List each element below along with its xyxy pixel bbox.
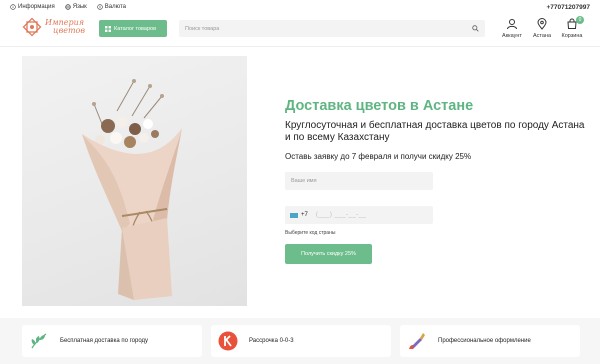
hero-subtitle: Круглосуточная и бесплатная доставка цве… — [285, 120, 585, 143]
features-strip: Бесплатная доставка по городу Рассрочка … — [0, 318, 600, 364]
country-code-hint: Выберите код страны — [285, 230, 336, 236]
brush-icon — [406, 330, 428, 352]
name-field[interactable]: Ваше имя — [285, 172, 433, 190]
phone-mask: (___) ___-__-__ — [315, 212, 367, 218]
currency-menu[interactable]: Валюта — [97, 4, 126, 10]
currency-icon — [97, 4, 103, 10]
leaf-icon — [28, 330, 50, 352]
feature-professional-design: Профессиональное оформление — [400, 325, 580, 357]
grid-icon — [105, 25, 111, 32]
location-button[interactable]: Астана — [527, 18, 557, 39]
feature-label: Рассрочка 0-0-3 — [249, 338, 294, 344]
catalog-button[interactable]: Каталог товаров — [99, 20, 167, 37]
hero-title: Доставка цветов в Астане — [285, 98, 474, 114]
cart-label: Корзина — [561, 33, 583, 39]
header: Империя цветов Каталог товаров Поиск тов… — [0, 14, 600, 46]
location-label: Астана — [532, 33, 552, 39]
language-label: Язык — [72, 4, 87, 10]
info-menu[interactable]: Информация — [10, 4, 55, 10]
currency-label: Валюта — [104, 4, 127, 10]
phone-number[interactable]: +77071207997 — [546, 4, 590, 11]
location-pin-icon — [537, 18, 547, 30]
hero-bouquet-image — [22, 56, 247, 306]
catalog-label: Каталог товаров — [114, 25, 156, 32]
user-icon — [507, 19, 517, 30]
account-button[interactable]: Аккаунт — [497, 18, 527, 39]
kazakhstan-flag-icon[interactable] — [290, 212, 298, 218]
language-menu[interactable]: Язык — [65, 4, 87, 10]
logo-line2: цветов — [53, 26, 86, 35]
get-discount-button[interactable]: Получить скидку 25% — [285, 244, 372, 264]
globe-icon — [65, 4, 71, 10]
search-icon[interactable] — [472, 25, 479, 32]
header-divider — [0, 46, 600, 47]
phone-field[interactable]: +7 (___) ___-__-__ — [285, 206, 433, 224]
phone-code: +7 — [301, 212, 308, 218]
feature-free-delivery: Бесплатная доставка по городу — [22, 325, 202, 357]
account-label: Аккаунт — [502, 33, 522, 39]
cart-button[interactable]: Корзина 0 — [557, 16, 587, 39]
info-label: Информация — [18, 4, 55, 10]
feature-label: Бесплатная доставка по городу — [60, 338, 149, 344]
search-placeholder: Поиск товара — [185, 25, 220, 32]
hero-offer: Оставь заявку до 7 февраля и получи скид… — [285, 152, 472, 161]
search-input[interactable]: Поиск товара — [179, 20, 485, 37]
logo[interactable]: Империя цветов — [22, 17, 85, 37]
feature-installments: Рассрочка 0-0-3 — [211, 325, 391, 357]
submit-label: Получить скидку 25% — [301, 251, 356, 257]
feature-label: Профессиональное оформление — [438, 338, 531, 344]
kaspi-icon — [217, 330, 239, 352]
logo-icon — [22, 17, 42, 37]
info-icon — [10, 4, 16, 10]
cart-count-badge: 0 — [576, 16, 584, 24]
top-bar: Информация Язык Валюта +77071207997 — [0, 0, 600, 14]
name-placeholder: Ваше имя — [291, 178, 317, 184]
